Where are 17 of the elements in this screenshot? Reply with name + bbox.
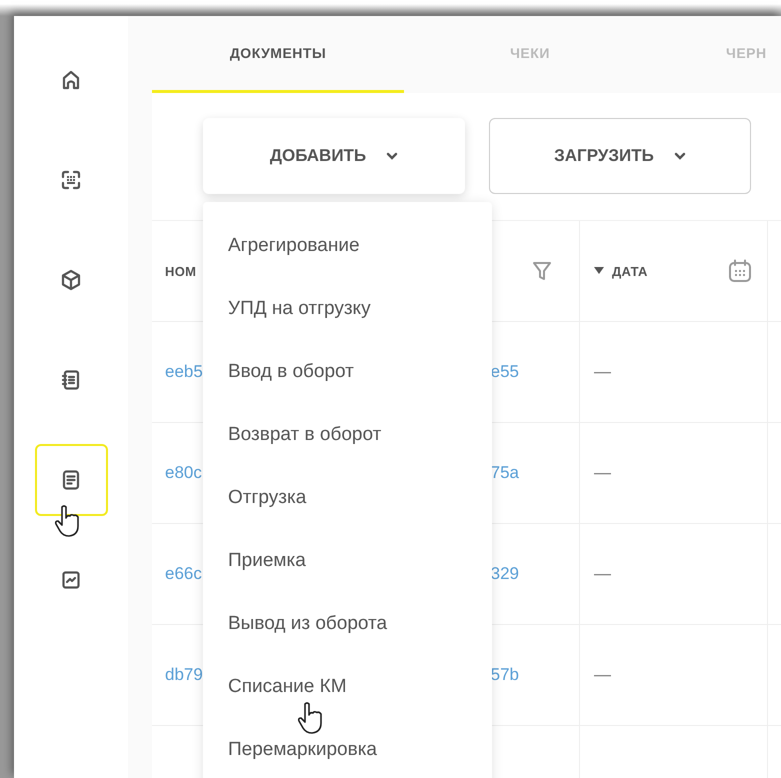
menu-item[interactable]: Отгрузка: [203, 466, 492, 529]
dropdown-button[interactable]: ЗАГРУЗИТЬ: [489, 118, 751, 194]
table-cell: —: [594, 564, 611, 584]
menu-item[interactable]: Приемка: [203, 529, 492, 592]
column-header: НОМ: [165, 264, 196, 278]
dropdown-button[interactable]: ДОБАВИТЬ: [203, 118, 465, 194]
menu-item[interactable]: Возврат в оборот: [203, 403, 492, 466]
table-cell: —: [594, 665, 611, 685]
table-cell: —: [594, 463, 611, 483]
table-cell: —: [594, 362, 611, 382]
menu-item[interactable]: УПД на отгрузку: [203, 277, 492, 340]
menu-item[interactable]: Агрегирование: [203, 214, 492, 277]
menu-item[interactable]: Списание КМ: [203, 655, 492, 718]
menu-item[interactable]: Ввод в оборот: [203, 340, 492, 403]
menu-item[interactable]: Вывод из оборота: [203, 592, 492, 655]
menu-item[interactable]: Перемаркировка: [203, 718, 492, 778]
column-header: ДАТА: [612, 264, 648, 278]
